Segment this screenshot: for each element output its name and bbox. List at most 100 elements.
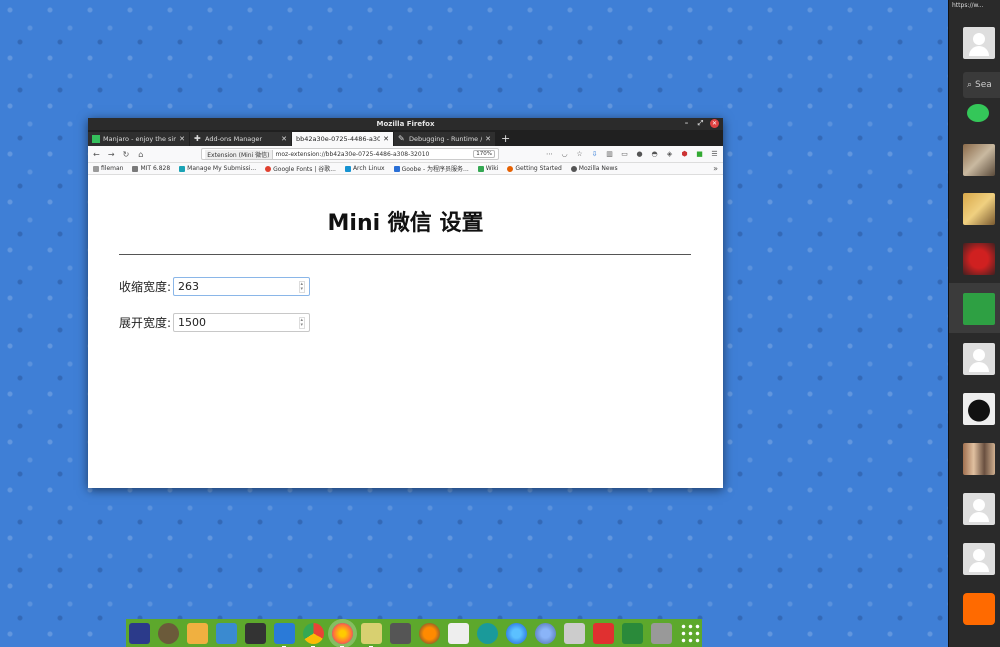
folder-icon <box>132 165 139 172</box>
bookmark-mit[interactable]: MIT 6.828 <box>132 165 170 172</box>
bookmark-goobe[interactable]: Goobe - 为程序员服务... <box>393 164 469 173</box>
bookmark-arch-linux[interactable]: Arch Linux <box>344 165 385 172</box>
bookmark-getting-started[interactable]: Getting Started <box>507 165 562 172</box>
clementine-icon[interactable] <box>419 622 440 644</box>
news-icon <box>570 165 577 172</box>
bookmark-google-fonts[interactable]: Google Fonts | 谷歌... <box>265 164 336 173</box>
folder-forward-icon[interactable] <box>963 293 995 325</box>
firefox-window: Mozilla Firefox – ⤢ ✕ Manjaro - enjoy th… <box>88 118 723 488</box>
pocket-icon[interactable]: ◡ <box>560 150 569 159</box>
chromium-icon[interactable] <box>535 622 556 644</box>
more-icon[interactable]: ⋯ <box>545 150 554 159</box>
tab-addons[interactable]: ✚ Add-ons Manager ✕ <box>190 132 291 146</box>
mask-icon[interactable]: ◓ <box>650 150 659 159</box>
close-icon[interactable]: ✕ <box>710 119 719 128</box>
document-icon[interactable] <box>448 622 469 644</box>
collapse-width-input[interactable]: 263 ▴ ▾ <box>173 277 311 296</box>
url-bar[interactable]: Extension (Mini 微信) moz-extension://bb42… <box>201 148 500 160</box>
new-tab-icon[interactable]: + <box>496 132 515 146</box>
expand-width-value: 1500 <box>178 316 207 329</box>
avatar[interactable] <box>963 343 995 375</box>
adblock-icon[interactable]: ⬢ <box>680 150 689 159</box>
minimize-icon[interactable]: – <box>682 119 691 128</box>
file-icon <box>93 165 99 172</box>
gimp-icon[interactable] <box>158 622 179 644</box>
bookmark-wiki[interactable]: Wiki <box>477 165 498 172</box>
window-title: Mozilla Firefox <box>376 120 435 128</box>
zoom-indicator[interactable]: 170% <box>473 150 496 158</box>
window-titlebar[interactable]: Mozilla Firefox – ⤢ ✕ <box>88 118 723 130</box>
film-icon[interactable] <box>564 622 585 644</box>
ubuntu-icon[interactable] <box>129 622 150 644</box>
tab-label: bb42a30e-0725-4486-a308 <box>296 135 381 143</box>
bookmark-submissions[interactable]: Manage My Submissi... <box>179 165 256 172</box>
calculator-icon[interactable] <box>390 622 411 644</box>
maximize-icon[interactable]: ⤢ <box>696 119 705 128</box>
avatar[interactable] <box>963 144 995 176</box>
aperture-icon[interactable] <box>477 622 498 644</box>
firefox-icon <box>507 165 514 172</box>
url-text[interactable]: moz-extension://bb42a30e-0725-4486-a308-… <box>276 151 471 158</box>
firefox-dev-icon[interactable] <box>506 622 527 644</box>
sidebar-icon[interactable]: ▭ <box>620 150 629 159</box>
tab-extension-settings[interactable]: bb42a30e-0725-4486-a308 ✕ <box>292 132 393 146</box>
spinner-icon[interactable]: ▴ ▾ <box>298 280 306 293</box>
site-identity[interactable]: Extension (Mini 微信) <box>205 149 273 159</box>
tab-manjaro[interactable]: Manjaro - enjoy the sim ✕ <box>88 132 189 146</box>
arch-icon <box>344 165 351 172</box>
avatar[interactable] <box>963 443 995 475</box>
tab-close-icon[interactable]: ✕ <box>281 135 287 143</box>
avatar[interactable] <box>963 393 995 425</box>
page-title: Mini 微信 设置 <box>327 211 484 236</box>
shield-icon[interactable]: ◈ <box>665 150 674 159</box>
tab-close-icon[interactable]: ✕ <box>383 135 389 143</box>
home-icon[interactable]: ⌂ <box>136 150 145 159</box>
avatar[interactable] <box>963 493 995 525</box>
green-extension-icon[interactable]: ■ <box>695 150 704 159</box>
text-editor-icon[interactable] <box>274 622 295 647</box>
bottom-dock <box>126 619 702 647</box>
chat-bubble-icon[interactable] <box>967 104 989 122</box>
bookmark-star-icon[interactable]: ☆ <box>575 150 584 159</box>
back-icon[interactable]: ← <box>92 150 101 159</box>
puzzle-icon: ✚ <box>194 134 201 143</box>
system-monitor-icon[interactable] <box>216 622 237 644</box>
avatar[interactable] <box>963 243 995 275</box>
download-icon[interactable]: ⇩ <box>590 150 599 159</box>
location-pin-icon[interactable] <box>963 593 995 625</box>
dc-icon[interactable] <box>593 622 614 644</box>
collapse-width-label: 收缩宽度: <box>119 280 172 294</box>
navigation-toolbar: ← → ↻ ⌂ Extension (Mini 微信) moz-extensio… <box>88 146 723 163</box>
menu-icon[interactable]: ☰ <box>710 150 719 159</box>
downloader-icon[interactable] <box>187 622 208 644</box>
google-fonts-icon <box>265 165 272 172</box>
expand-width-input[interactable]: 1500 ▴ ▾ <box>173 313 311 332</box>
avatar[interactable] <box>963 27 995 59</box>
bookmarks-toolbar: fileman MIT 6.828 Manage My Submissi... … <box>88 163 723 175</box>
extension-icon[interactable]: ● <box>635 150 644 159</box>
tab-debugging[interactable]: ✎ Debugging - Runtime / ✕ <box>394 132 495 146</box>
avatar[interactable] <box>963 193 995 225</box>
search-label: Sea <box>975 80 992 90</box>
forward-icon[interactable]: → <box>107 150 116 159</box>
tab-close-icon[interactable]: ✕ <box>179 135 185 143</box>
bookmark-mozilla-news[interactable]: Mozilla News <box>570 165 618 172</box>
trash-icon[interactable] <box>651 622 672 644</box>
app-grid-icon[interactable] <box>680 622 701 644</box>
wrench-icon: ✎ <box>398 134 405 143</box>
spinner-icon[interactable]: ▴ ▾ <box>298 316 306 329</box>
bookmark-fileman[interactable]: fileman <box>93 165 123 172</box>
reload-icon[interactable]: ↻ <box>122 150 131 159</box>
panel-url: https://w... <box>952 2 984 9</box>
search-input[interactable]: ⌕ Sea <box>963 72 1000 98</box>
avatar[interactable] <box>963 543 995 575</box>
firefox-icon[interactable] <box>332 622 353 647</box>
archive-icon[interactable] <box>361 622 382 647</box>
expand-width-label: 展开宽度: <box>119 316 172 330</box>
bookmarks-overflow-icon[interactable]: » <box>713 164 718 173</box>
lock-icon[interactable] <box>622 622 643 644</box>
library-icon[interactable]: ▥ <box>605 150 614 159</box>
chrome-icon[interactable] <box>303 622 324 647</box>
tab-close-icon[interactable]: ✕ <box>485 135 491 143</box>
terminal-icon[interactable] <box>245 622 266 644</box>
